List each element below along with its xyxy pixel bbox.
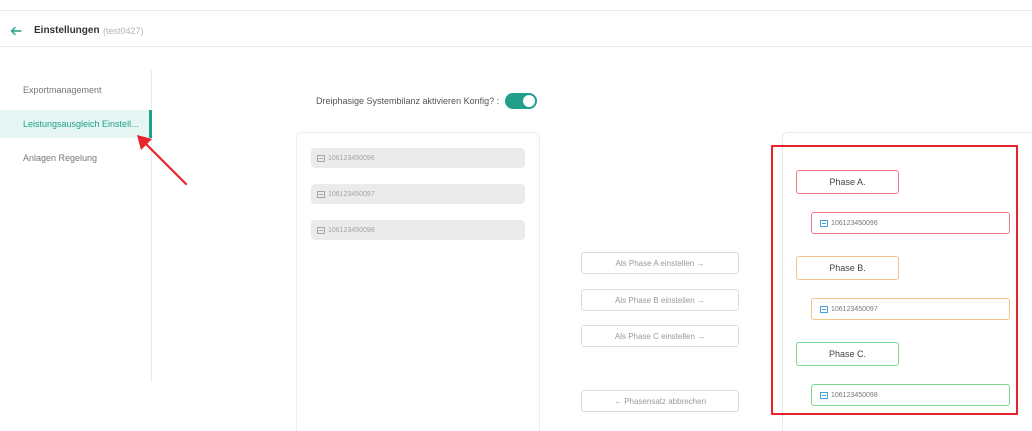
set-phase-a-button[interactable]: Als Phase A einstellen → (581, 252, 739, 274)
sidebar-item-label: Anlagen Regelung (23, 153, 98, 163)
page-subtitle: (test0427) (103, 26, 144, 36)
set-phase-b-button[interactable]: Als Phase B einstellen → (581, 289, 739, 311)
device-item[interactable]: 106123450097 (311, 184, 525, 204)
page-title: Einstellungen (34, 25, 100, 36)
cancel-phase-assignment-button[interactable]: ← Phasensatz abbrechen (581, 390, 739, 412)
annotation-arrow-icon (137, 135, 188, 186)
device-item[interactable]: 106123450098 (311, 220, 525, 240)
sidebar-item-label: Exportmanagement (23, 85, 102, 95)
device-item[interactable]: 106123450096 (311, 148, 525, 168)
header-divider (0, 46, 1032, 47)
annotation-highlight-box (771, 145, 1018, 415)
sidebar-item-exportmanagement[interactable]: Exportmanagement (0, 76, 152, 104)
three-phase-config-label: Dreiphasige Systembilanz aktivieren Konf… (316, 96, 500, 106)
three-phase-toggle[interactable] (505, 93, 538, 109)
device-id: 106123450096 (328, 154, 375, 162)
device-id: 106123450098 (328, 226, 375, 234)
toggle-knob (523, 95, 536, 107)
device-id: 106123450097 (328, 190, 375, 198)
sidebar-item-label: Leistungsausgleich Einstell... (23, 119, 139, 129)
page-header: Einstellungen (test0427) (0, 18, 1032, 48)
top-divider (0, 10, 1032, 11)
sidebar: Exportmanagement Leistungsausgleich Eins… (0, 70, 152, 382)
device-icon (317, 190, 325, 198)
back-arrow-icon[interactable] (9, 24, 23, 38)
three-phase-config-row: Dreiphasige Systembilanz aktivieren Konf… (316, 92, 538, 110)
set-phase-c-button[interactable]: Als Phase C einstellen → (581, 325, 739, 347)
device-icon (317, 226, 325, 234)
device-icon (317, 154, 325, 162)
available-devices-panel: 106123450096 106123450097 106123450098 (296, 132, 540, 431)
